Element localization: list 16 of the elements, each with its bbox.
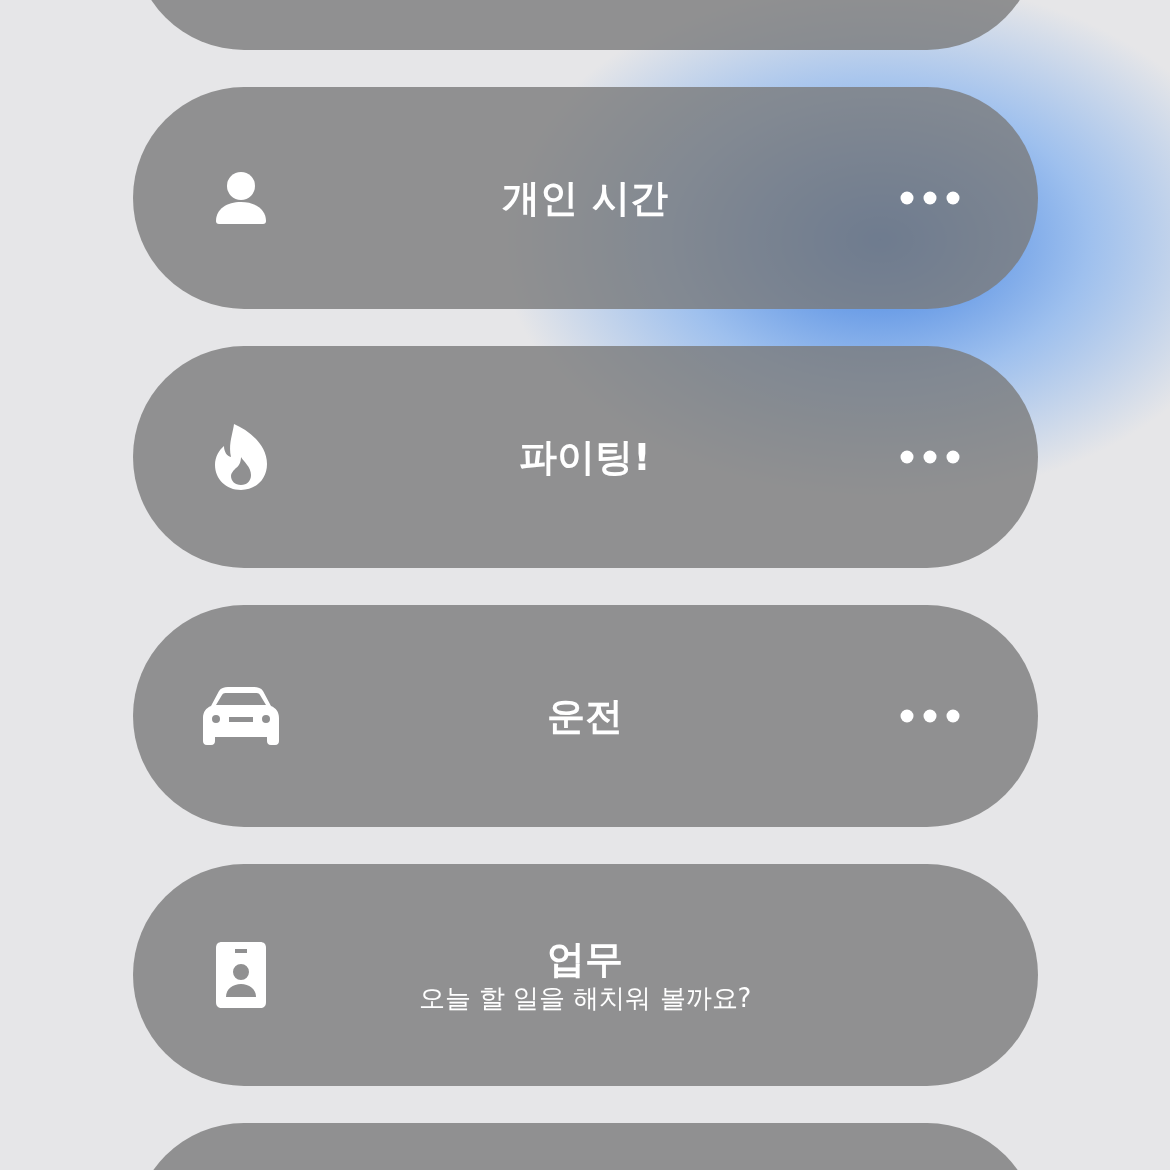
focus-card[interactable]: 운전: [132, 605, 1038, 827]
focus-subtitle: 오늘 할 일을 해치워 볼까요?: [418, 982, 752, 1014]
person-icon: [214, 171, 267, 225]
focus-title: 개인 시간: [502, 175, 668, 221]
more-icon[interactable]: [899, 191, 960, 205]
car-icon: [202, 687, 279, 745]
focus-title: 파이팅!: [519, 434, 651, 480]
focus-title: 업무: [547, 936, 623, 982]
more-icon[interactable]: [899, 450, 960, 464]
more-icon[interactable]: [899, 709, 960, 723]
id-badge-icon: [215, 942, 266, 1008]
focus-card[interactable]: 개인 시간: [132, 87, 1038, 309]
focus-card[interactable]: 파이팅!: [132, 346, 1038, 568]
focus-title: 운전: [547, 693, 623, 739]
flame-icon: [213, 423, 268, 491]
focus-card[interactable]: 업무 오늘 할 일을 해치워 볼까요?: [132, 864, 1038, 1086]
